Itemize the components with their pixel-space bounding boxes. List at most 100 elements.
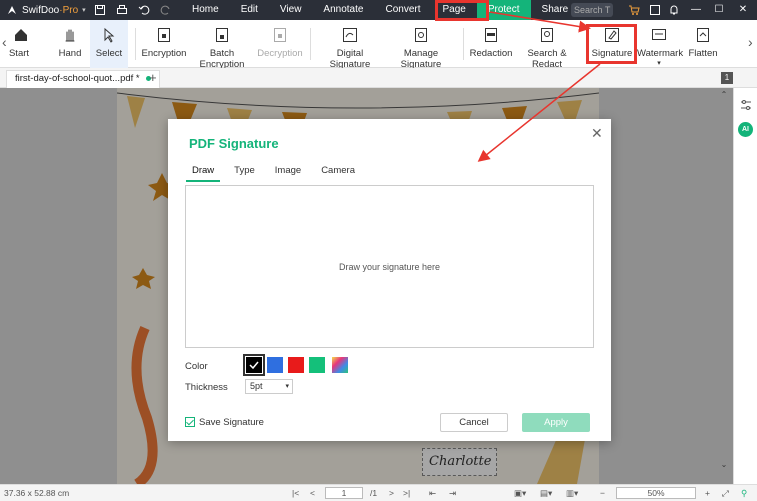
- zoom-in-icon[interactable]: +: [705, 488, 710, 498]
- tab-draw[interactable]: Draw: [186, 163, 221, 182]
- maximize-icon[interactable]: ☐: [711, 2, 727, 18]
- protect-menu-highlight: [435, 0, 489, 21]
- next-view-icon[interactable]: ⇥: [449, 488, 456, 499]
- redaction-button[interactable]: Redaction: [469, 20, 513, 68]
- thickness-label: Thickness: [185, 382, 228, 393]
- dialog-close-icon[interactable]: ✕: [591, 125, 603, 142]
- search-redact-icon: [541, 28, 553, 42]
- flatten-icon: [697, 28, 709, 42]
- menu-home[interactable]: Home: [181, 0, 230, 20]
- add-tab-icon[interactable]: +: [149, 70, 157, 85]
- properties-sliders-icon[interactable]: [739, 98, 753, 112]
- cart-icon[interactable]: [627, 3, 641, 17]
- minimize-icon[interactable]: —: [688, 2, 704, 18]
- fit-view-icon[interactable]: ▣▾: [514, 488, 526, 499]
- swifdoo-logo-icon: [8, 6, 16, 14]
- tab-camera[interactable]: Camera: [315, 163, 361, 182]
- page-number-input[interactable]: 1: [325, 487, 363, 499]
- document-tab[interactable]: first-day-of-school-quot...pdf *: [6, 70, 160, 88]
- tab-type[interactable]: Type: [228, 163, 261, 182]
- account-icon[interactable]: [648, 3, 662, 17]
- zoom-level-select[interactable]: 50%: [616, 487, 696, 499]
- ribbon-toolbar: ‹ Start Hand Select Encryption Batch Enc…: [0, 20, 757, 78]
- print-icon[interactable]: [116, 4, 128, 16]
- hand-icon: [65, 29, 75, 42]
- color-swatch-green[interactable]: [309, 357, 325, 373]
- batch-encryption-button[interactable]: Batch Encryption: [190, 20, 254, 70]
- last-page-icon[interactable]: >|: [403, 488, 410, 498]
- app-edition: ·Pro: [59, 4, 79, 16]
- color-label: Color: [185, 361, 208, 372]
- undo-icon[interactable]: [138, 4, 150, 16]
- menu-edit[interactable]: Edit: [230, 0, 269, 20]
- thickness-select[interactable]: 5pt ▾: [245, 379, 293, 394]
- app-name: SwifDoo: [22, 4, 60, 16]
- reading-mode-icon[interactable]: ▥▾: [566, 488, 578, 499]
- ribbon-scroll-right-icon[interactable]: ›: [748, 34, 753, 50]
- dialog-title: PDF Signature: [189, 136, 279, 151]
- fit-width-icon[interactable]: ⤢: [722, 488, 729, 499]
- color-swatch-black[interactable]: [243, 354, 265, 376]
- app-menu-dropdown-icon[interactable]: ▾: [82, 6, 86, 14]
- manage-signature-button[interactable]: Manage Signature ▾: [386, 20, 456, 78]
- page-total: /1: [370, 488, 378, 498]
- signature-button-highlight: [586, 24, 637, 64]
- manage-signature-icon: [415, 28, 427, 42]
- pin-icon[interactable]: ⚲: [741, 488, 747, 499]
- watermark-button[interactable]: Watermark ▾: [637, 20, 683, 68]
- hand-tool-button[interactable]: Hand: [52, 20, 88, 68]
- pdf-signature-dialog: PDF Signature ✕ Draw Type Image Camera D…: [168, 119, 611, 441]
- zoom-out-icon[interactable]: −: [600, 488, 605, 498]
- ribbon-separator: [135, 28, 136, 60]
- save-icon[interactable]: [94, 4, 106, 16]
- close-window-icon[interactable]: ✕: [735, 2, 751, 18]
- menu-annotate[interactable]: Annotate: [312, 0, 374, 20]
- color-swatch-red[interactable]: [288, 357, 304, 373]
- right-side-panel: AI: [733, 88, 757, 484]
- page-count-badge: 1: [721, 72, 733, 84]
- chevron-down-icon: ▾: [285, 383, 289, 390]
- previous-view-icon[interactable]: ⇤: [429, 488, 436, 499]
- save-signature-label: Save Signature: [199, 417, 264, 428]
- cursor-arrow-icon: [104, 27, 115, 43]
- decryption-button[interactable]: Decryption: [257, 20, 303, 68]
- notification-bell-icon[interactable]: [667, 3, 681, 17]
- page-layout-icon[interactable]: ▤▾: [540, 488, 552, 499]
- document-tab-bar: first-day-of-school-quot...pdf * + 1: [0, 68, 757, 88]
- lock-document-icon: [158, 28, 170, 42]
- digital-signature-button[interactable]: Digital Signature: [317, 20, 383, 70]
- title-bar: SwifDoo·Pro ▾ Home Edit View Annotate Co…: [0, 0, 757, 20]
- title-search-input[interactable]: Search T: [571, 3, 613, 17]
- ai-assistant-icon[interactable]: AI: [738, 122, 753, 137]
- signature-draw-canvas[interactable]: Draw your signature here: [185, 185, 594, 348]
- flatten-button[interactable]: Flatten: [685, 20, 721, 68]
- home-icon: [15, 29, 27, 41]
- first-page-icon[interactable]: |<: [292, 488, 299, 498]
- menu-convert[interactable]: Convert: [374, 0, 431, 20]
- signature-mode-tabs: Draw Type Image Camera: [186, 163, 369, 182]
- start-button[interactable]: Start: [6, 20, 36, 68]
- draw-hint: Draw your signature here: [338, 262, 441, 272]
- status-bar: 37.36 x 52.88 cm |< < 1 /1 > >| ⇤ ⇥ ▣▾ ▤…: [0, 484, 757, 501]
- apply-button[interactable]: Apply: [522, 413, 590, 432]
- watermark-icon: [652, 29, 666, 40]
- search-redact-button[interactable]: Search & Redact: [515, 20, 579, 70]
- ribbon-separator: [463, 28, 464, 60]
- watermark-dropdown-icon[interactable]: ▾: [637, 59, 681, 67]
- app-logo: SwifDoo·Pro ▾: [0, 4, 88, 16]
- digital-signature-icon: [343, 28, 357, 42]
- checkmark-icon: [249, 361, 259, 370]
- save-signature-checkbox[interactable]: [185, 417, 195, 427]
- select-tool-button[interactable]: Select: [90, 20, 128, 68]
- color-swatch-blue[interactable]: [267, 357, 283, 373]
- unlock-document-icon: [274, 28, 286, 42]
- prev-page-icon[interactable]: <: [310, 488, 315, 498]
- tab-image[interactable]: Image: [269, 163, 307, 182]
- next-page-icon[interactable]: >: [389, 488, 394, 498]
- batch-lock-icon: [216, 28, 228, 42]
- cancel-button[interactable]: Cancel: [440, 413, 508, 432]
- custom-color-picker-icon[interactable]: [332, 357, 348, 373]
- redo-icon[interactable]: [160, 4, 172, 16]
- encryption-button[interactable]: Encryption: [141, 20, 187, 68]
- menu-view[interactable]: View: [269, 0, 313, 20]
